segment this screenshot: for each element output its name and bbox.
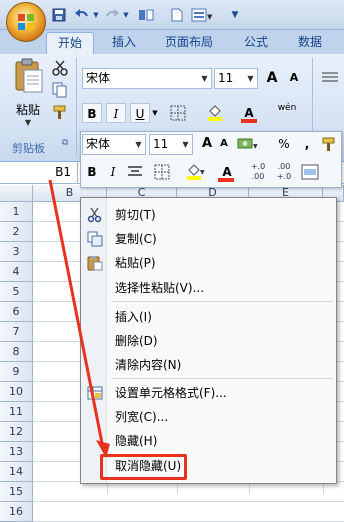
annotation-highlight-box xyxy=(100,454,187,480)
grid-line xyxy=(33,501,344,502)
row-header-16[interactable]: 16 xyxy=(0,502,33,522)
annotation-arrow xyxy=(48,179,110,458)
office-button[interactable] xyxy=(6,2,46,42)
office-logo-icon xyxy=(18,14,34,30)
